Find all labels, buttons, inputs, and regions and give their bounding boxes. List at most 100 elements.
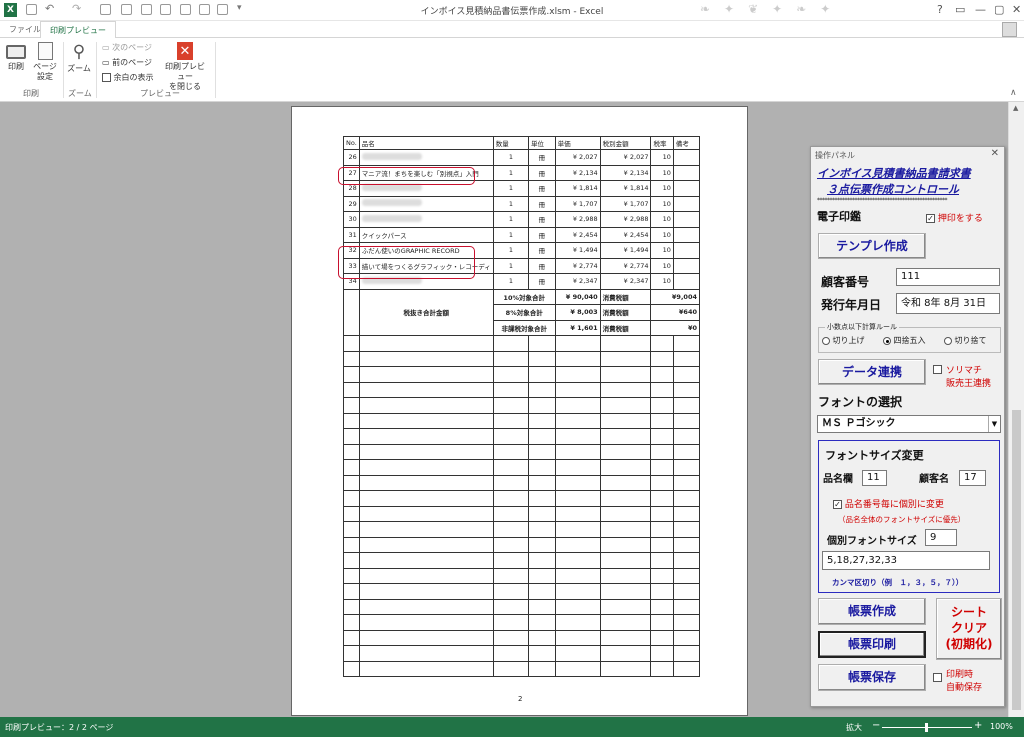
item-name: クイックパース: [358, 226, 494, 243]
table-cell: [672, 567, 701, 584]
zoom-out-icon[interactable]: −: [872, 720, 880, 731]
title-bar: X ↶ ↷ ▾ インボイス見積納品書伝票作成.xlsm - Excel ❧✦❦✦…: [0, 0, 1024, 21]
minimize-button[interactable]: —: [975, 3, 986, 16]
round-half-radio[interactable]: 四捨五入: [883, 335, 926, 346]
table-cell: [343, 366, 360, 383]
round-up-radio[interactable]: 切り上げ: [822, 335, 865, 346]
table-cell: [672, 614, 701, 631]
item-list-field[interactable]: 5,18,27,32,33: [822, 551, 990, 570]
item-price: ¥ 1,494: [554, 242, 601, 259]
zoom-slider-thumb[interactable]: [925, 723, 928, 732]
summary-label: 税抜き合計金額: [358, 288, 494, 336]
auto-save-checkbox[interactable]: [933, 673, 942, 683]
item-amount: ¥ 2,027: [599, 149, 652, 166]
round-down-radio[interactable]: 切り捨て: [944, 335, 987, 346]
table-cell: [672, 474, 701, 491]
scroll-thumb[interactable]: [1012, 410, 1021, 710]
blank-row: [343, 614, 701, 631]
clear-sheet-button[interactable]: シート クリア (初期化): [936, 598, 1002, 660]
table-row: 30 1 冊 ¥ 2,988 ¥ 2,988 10: [343, 211, 701, 228]
collapse-ribbon-icon[interactable]: ∧: [1010, 88, 1017, 98]
group-label-preview: プレビュー: [140, 89, 180, 98]
table-cell: [492, 583, 530, 600]
blank-row: [343, 366, 701, 383]
page-setup-button[interactable]: ページ 設定: [32, 42, 58, 82]
sorimachi-checkbox[interactable]: [933, 365, 942, 375]
customer-no-field[interactable]: 111: [896, 268, 1000, 286]
table-cell: [554, 443, 601, 460]
table-cell: [672, 366, 701, 383]
blank-row: [343, 567, 701, 584]
table-cell: [554, 381, 601, 398]
item-qty: 1: [492, 180, 530, 197]
save-form-button[interactable]: 帳票保存: [818, 664, 926, 691]
clear-label-1: シート: [950, 605, 987, 619]
tab-file[interactable]: ファイル: [9, 24, 41, 35]
maximize-button[interactable]: ▢: [994, 3, 1004, 16]
item-note: [672, 257, 701, 274]
item-note: [672, 164, 701, 181]
table-cell: [343, 428, 360, 445]
blurred-name: [361, 214, 422, 222]
table-cell: [672, 381, 701, 398]
table-cell: [672, 583, 701, 600]
summary-value: ¥ 90,040: [554, 288, 601, 305]
print-button[interactable]: 印刷: [3, 42, 29, 72]
table-cell: [492, 443, 530, 460]
item-unit: 冊: [528, 242, 556, 259]
table-cell: [650, 459, 674, 476]
vertical-scrollbar[interactable]: ▲: [1008, 102, 1024, 717]
table-cell: [358, 505, 494, 522]
table-cell: [492, 397, 530, 414]
scroll-up-icon[interactable]: ▲: [1013, 104, 1018, 112]
user-avatar[interactable]: [1002, 22, 1017, 37]
item-price: ¥ 1,707: [554, 195, 601, 212]
table-cell: [599, 629, 652, 646]
print-form-button[interactable]: 帳票印刷: [818, 631, 926, 658]
per-item-checkbox[interactable]: ✓ 品名番号毎に個別に変更: [833, 497, 944, 510]
help-button[interactable]: ?: [937, 3, 943, 16]
table-cell: [358, 412, 494, 429]
tax-value: ¥0: [650, 319, 700, 336]
issue-date-field[interactable]: 令和 8年 8月 31日: [896, 293, 1000, 314]
next-page-button[interactable]: ▭ 次のページ: [102, 42, 152, 54]
table-cell: [358, 614, 494, 631]
name-col-size-field[interactable]: 11: [862, 470, 887, 486]
tab-print-preview[interactable]: 印刷プレビュー: [40, 21, 116, 39]
table-cell: [554, 583, 601, 600]
ribbon-display-button[interactable]: ▭: [955, 3, 965, 16]
close-preview-button[interactable]: ✕ 印刷プレビュー を閉じる: [162, 42, 208, 92]
page-setup-label-1: ページ: [33, 62, 57, 71]
dropdown-arrow-icon[interactable]: ▼: [988, 416, 1000, 432]
table-cell: [528, 428, 556, 445]
table-cell: [343, 505, 360, 522]
customer-name-size-field[interactable]: 17: [959, 470, 986, 486]
item-tax-rate: 10: [650, 226, 674, 243]
template-button[interactable]: テンプレ作成: [818, 233, 926, 259]
panel-close-icon[interactable]: ✕: [991, 148, 999, 159]
blank-row: [343, 536, 701, 553]
table-cell: [528, 459, 556, 476]
indiv-size-field[interactable]: 9: [925, 529, 957, 546]
table-cell: [554, 521, 601, 538]
summary-value: ¥ 1,601: [554, 319, 601, 336]
show-margins-checkbox[interactable]: 余白の表示: [102, 72, 154, 84]
item-amount: ¥ 1,707: [599, 195, 652, 212]
table-cell: [528, 335, 556, 352]
table-row: 29 1 冊 ¥ 1,707 ¥ 1,707 10: [343, 195, 701, 212]
zoom-in-icon[interactable]: +: [974, 720, 982, 731]
highlight-box: [338, 167, 475, 185]
zoom-button[interactable]: ⚲ ズーム: [66, 42, 92, 74]
close-button[interactable]: ✕: [1012, 3, 1021, 16]
table-cell: [554, 335, 601, 352]
data-link-button[interactable]: データ連携: [818, 359, 926, 385]
table-cell: [672, 428, 701, 445]
clear-label-3: (初期化): [945, 637, 993, 651]
prev-page-button[interactable]: ▭ 前のページ: [102, 57, 152, 69]
table-cell: [528, 443, 556, 460]
create-form-button[interactable]: 帳票作成: [818, 598, 926, 625]
tax-label: 消費税額: [599, 288, 652, 305]
item-name: [358, 149, 494, 166]
stamp-checkbox[interactable]: ✓ 押印をする: [926, 211, 983, 224]
font-select-dropdown[interactable]: ＭＳ Ｐゴシック ▼: [817, 415, 1001, 433]
